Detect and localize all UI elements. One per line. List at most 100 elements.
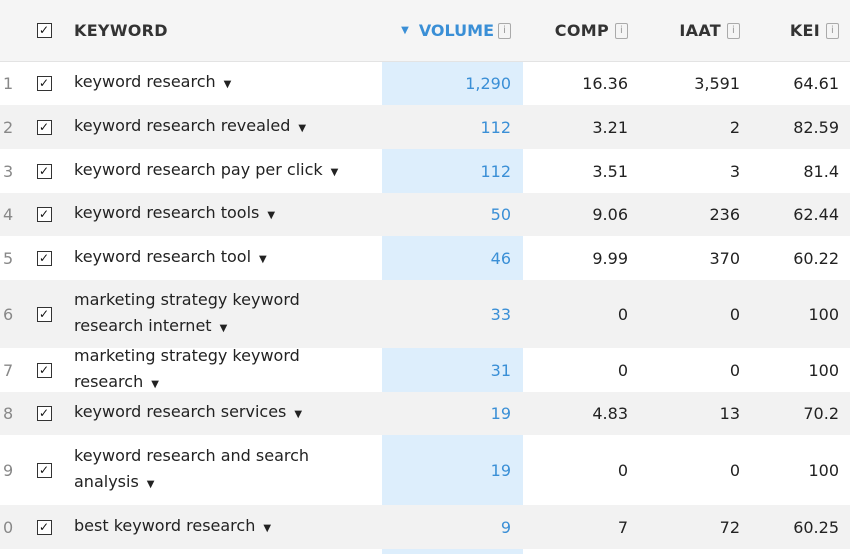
header-kei[interactable]: KEI i xyxy=(745,21,850,40)
dropdown-caret-icon[interactable]: ▼ xyxy=(220,323,228,334)
select-all-checkbox[interactable]: ✓ xyxy=(36,23,52,38)
volume-cell: 31 xyxy=(490,360,511,380)
kei-cell: 81.4 xyxy=(803,161,839,181)
row-number: 5 xyxy=(3,248,14,268)
keyword-cell[interactable]: keyword research tools ▼ xyxy=(66,200,382,229)
keyword-text: keyword research revealed xyxy=(74,115,291,135)
keyword-cell[interactable]: keyword research tool ▼ xyxy=(66,244,382,273)
keyword-text: best keyword research xyxy=(74,515,256,535)
kei-cell: 100 xyxy=(808,460,839,480)
header-volume-label: VOLUME xyxy=(418,21,494,40)
kei-cell: 60.22 xyxy=(793,248,839,268)
row-checkbox[interactable]: ✓ xyxy=(36,306,52,322)
row-select[interactable]: ✓ xyxy=(22,163,66,179)
kei-cell: 70.2 xyxy=(803,404,839,423)
row-select[interactable]: ✓ xyxy=(22,362,66,378)
dropdown-caret-icon[interactable]: ▼ xyxy=(259,254,267,265)
comp-cell: 0 xyxy=(617,304,628,324)
row-select[interactable]: ✓ xyxy=(22,462,66,478)
row-checkbox[interactable]: ✓ xyxy=(36,519,52,535)
iaat-cell: 370 xyxy=(709,248,740,268)
iaat-cell: 2 xyxy=(729,117,740,137)
volume-cell: 19 xyxy=(490,404,511,423)
row-checkbox[interactable]: ✓ xyxy=(36,362,52,378)
kei-cell: 62.44 xyxy=(793,205,839,224)
volume-cell: 9 xyxy=(500,517,511,537)
row-number: 4 xyxy=(3,205,14,224)
table-row: 5 ✓ keyword research tool ▼ 46 9.99 370 60.22 xyxy=(0,236,850,280)
header-select-all[interactable]: ✓ xyxy=(22,23,66,38)
header-comp-label: COMP xyxy=(554,21,609,40)
volume-cell: 1,290 xyxy=(465,74,511,93)
row-select[interactable]: ✓ xyxy=(22,76,66,91)
comp-cell: 9.99 xyxy=(592,248,628,268)
keyword-text: keyword research tool xyxy=(74,246,252,266)
header-keyword[interactable]: KEYWORD xyxy=(66,18,382,44)
keyword-cell[interactable]: keyword research revealed ▼ xyxy=(66,113,382,142)
volume-cell: 50 xyxy=(490,205,511,224)
iaat-cell: 72 xyxy=(719,517,740,537)
dropdown-caret-icon[interactable]: ▼ xyxy=(147,479,155,490)
header-comp[interactable]: COMP i xyxy=(523,21,634,40)
header-iaat-label: IAAT xyxy=(679,21,721,40)
volume-cell: 19 xyxy=(490,460,511,480)
keyword-text: keyword research and search analysis xyxy=(74,445,310,491)
table-row: 2 ✓ keyword research revealed ▼ 112 3.21 2 82.5… xyxy=(0,105,850,149)
volume-cell: 112 xyxy=(480,117,511,137)
dropdown-caret-icon[interactable]: ▼ xyxy=(294,409,302,420)
keyword-cell[interactable]: keyword research ▼ xyxy=(66,69,382,98)
row-select[interactable]: ✓ xyxy=(22,119,66,135)
dropdown-caret-icon[interactable]: ▼ xyxy=(267,210,275,221)
dropdown-caret-icon[interactable]: ▼ xyxy=(224,79,232,90)
keyword-cell[interactable]: best keyword research ▼ xyxy=(66,513,382,542)
header-iaat[interactable]: IAAT i xyxy=(634,21,745,40)
dropdown-caret-icon[interactable]: ▼ xyxy=(331,167,339,178)
row-number: 2 xyxy=(3,117,14,137)
dropdown-caret-icon[interactable]: ▼ xyxy=(298,123,306,134)
row-checkbox[interactable]: ✓ xyxy=(36,406,52,421)
row-number: 6 xyxy=(3,304,14,324)
keyword-cell[interactable]: marketing strategy keyword research inte… xyxy=(66,287,382,342)
info-icon[interactable]: i xyxy=(498,22,511,39)
info-icon[interactable]: i xyxy=(826,22,839,39)
iaat-cell: 0 xyxy=(729,460,740,480)
info-icon[interactable]: i xyxy=(615,22,628,39)
row-number: 8 xyxy=(3,404,14,423)
row-number: 9 xyxy=(3,460,14,480)
dropdown-caret-icon[interactable]: ▼ xyxy=(263,523,271,534)
table-row: 9 ✓ keyword research and search analysis ▼ 1… xyxy=(0,435,850,505)
comp-cell: 16.36 xyxy=(582,74,628,93)
row-select[interactable]: ✓ xyxy=(22,207,66,222)
row-select[interactable]: ✓ xyxy=(22,250,66,266)
comp-cell: 0 xyxy=(617,460,628,480)
header-volume[interactable]: ▼ VOLUME i xyxy=(382,21,523,40)
row-number: 0 xyxy=(3,517,14,537)
row-checkbox[interactable]: ✓ xyxy=(36,76,52,91)
info-icon[interactable]: i xyxy=(727,22,740,39)
table-row: 1 ✓ keyword research ▼ 1,290 16.36 3,591 64.61 xyxy=(0,62,850,105)
row-select[interactable]: ✓ xyxy=(22,306,66,322)
row-checkbox[interactable]: ✓ xyxy=(36,119,52,135)
table-row: 8 ✓ keyword research services ▼ 19 4.83 13 70.2 xyxy=(0,392,850,435)
row-checkbox[interactable]: ✓ xyxy=(36,250,52,266)
comp-cell: 0 xyxy=(617,360,628,380)
row-checkbox[interactable]: ✓ xyxy=(36,207,52,222)
iaat-cell: 236 xyxy=(709,205,740,224)
keyword-cell[interactable]: keyword research pay per click ▼ xyxy=(66,157,382,186)
dropdown-caret-icon[interactable]: ▼ xyxy=(151,379,159,390)
keyword-cell[interactable]: keyword research services ▼ xyxy=(66,399,382,428)
iaat-cell: 0 xyxy=(729,304,740,324)
sort-desc-icon: ▼ xyxy=(401,25,409,36)
row-checkbox[interactable]: ✓ xyxy=(36,462,52,478)
volume-cell: 33 xyxy=(490,304,511,324)
keyword-text: keyword research tools xyxy=(74,203,260,222)
row-number: 3 xyxy=(3,161,14,181)
row-checkbox[interactable]: ✓ xyxy=(36,163,52,179)
row-select[interactable]: ✓ xyxy=(22,519,66,535)
keyword-cell[interactable]: marketing strategy keyword research ▼ xyxy=(66,343,382,398)
table-row: 3 ✓ keyword research pay per click ▼ 112 3.51… xyxy=(0,149,850,193)
row-select[interactable]: ✓ xyxy=(22,406,66,421)
keyword-cell[interactable]: keyword research and search analysis ▼ xyxy=(66,443,382,498)
iaat-cell: 13 xyxy=(719,404,740,423)
keyword-text: keyword research pay per click xyxy=(74,159,323,179)
